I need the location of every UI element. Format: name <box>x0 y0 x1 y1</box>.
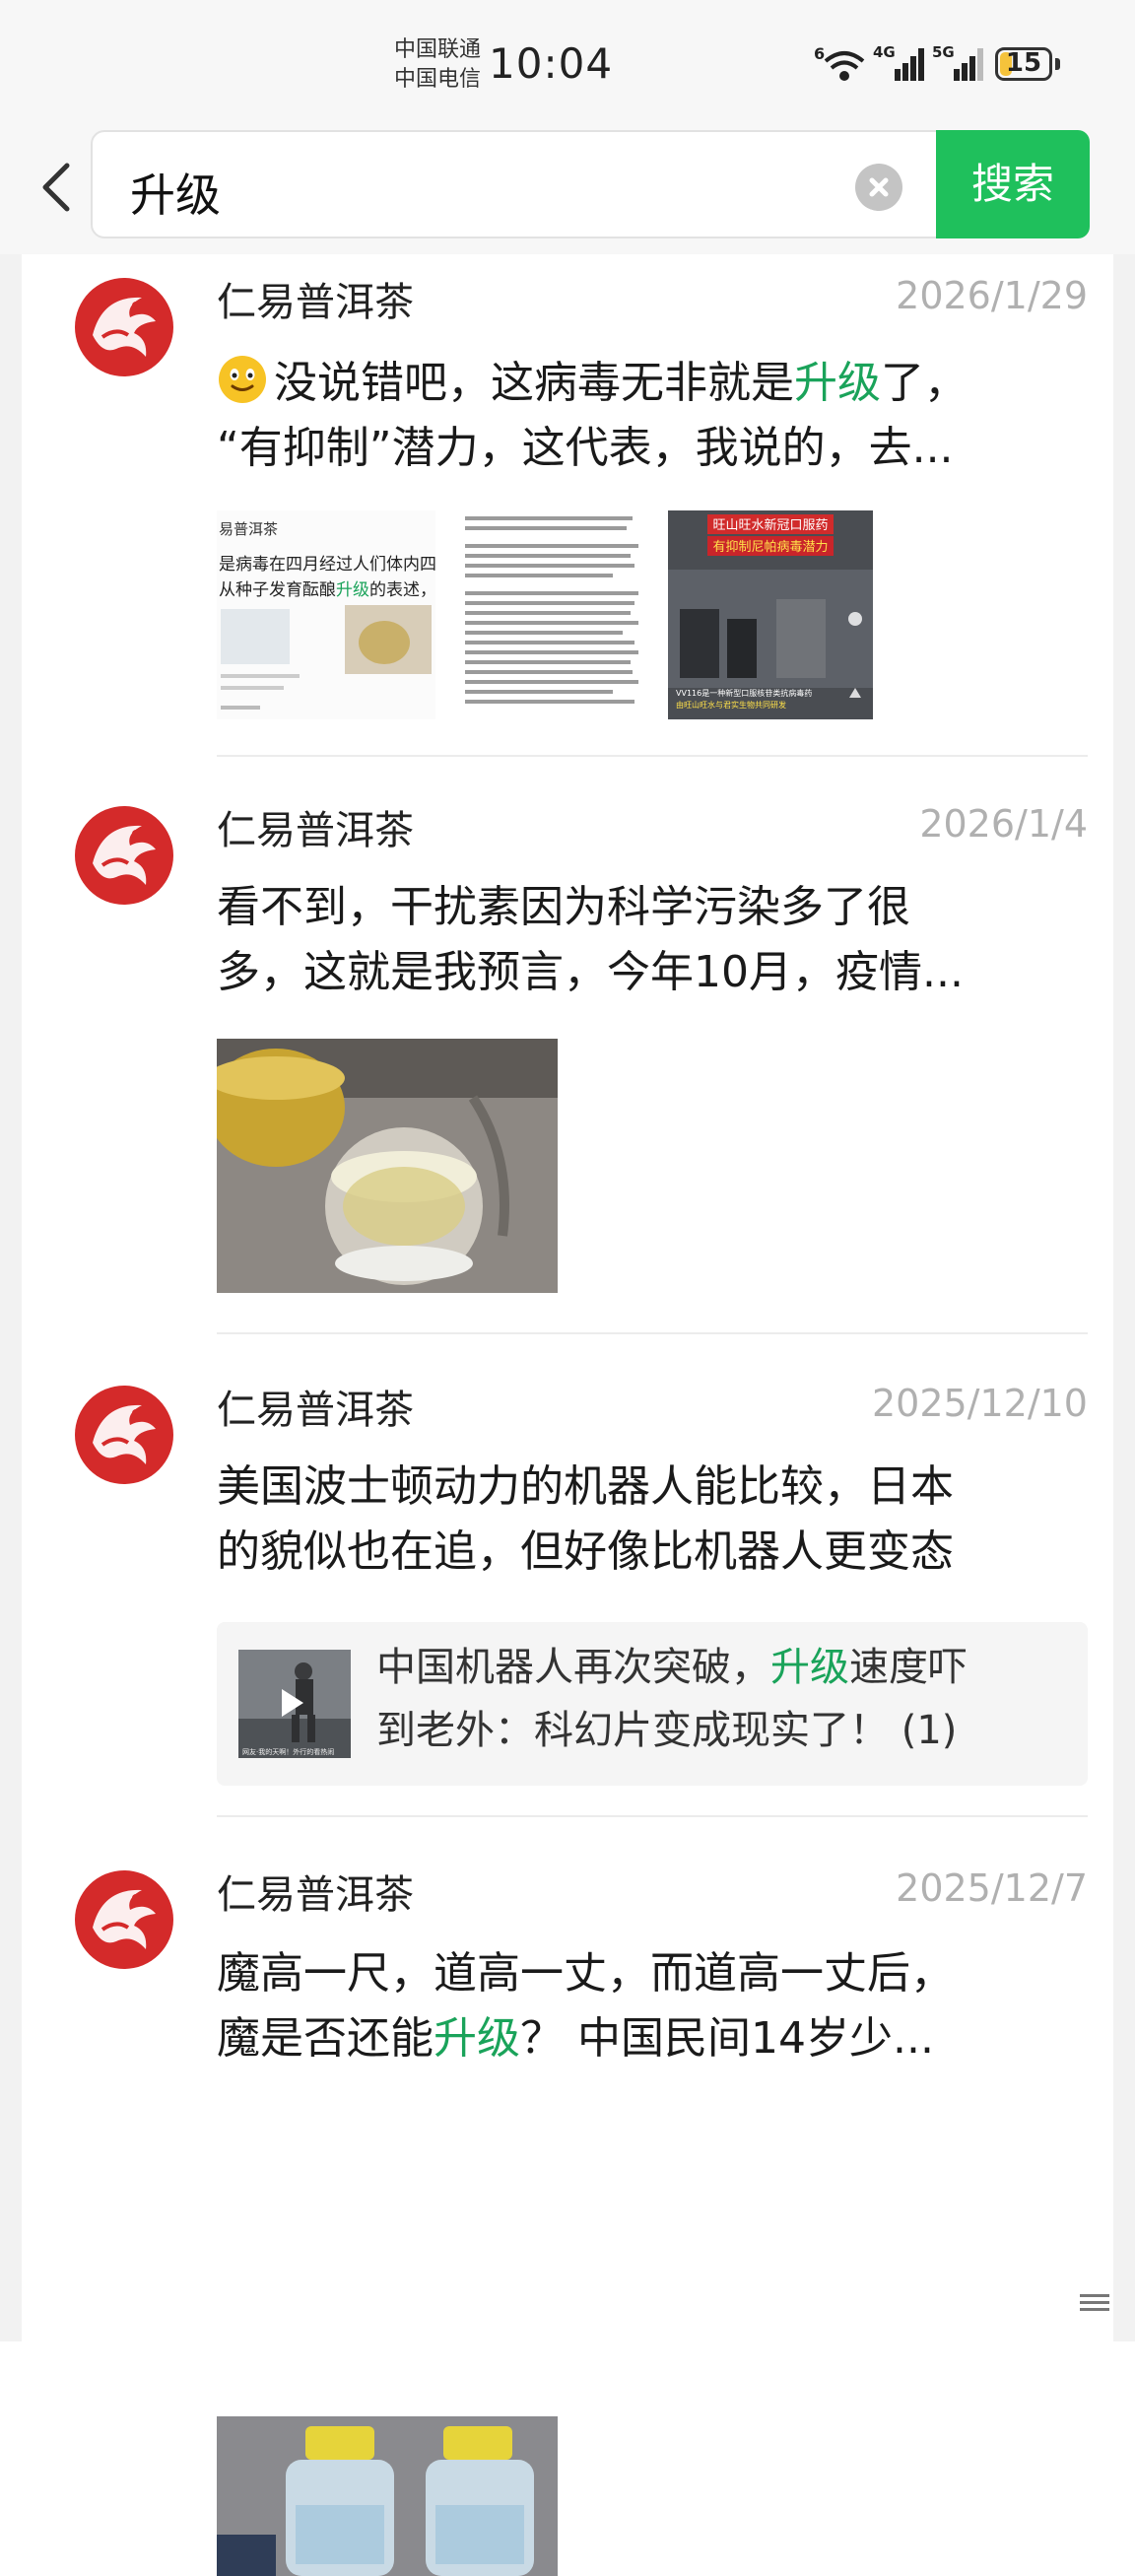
keyword-highlight: 升级 <box>794 358 881 408</box>
img-banner-2: 有抑制尼帕病毒潜力 <box>712 540 828 555</box>
post-image[interactable] <box>217 2416 558 2576</box>
keyword-highlight: 升级 <box>770 1645 849 1690</box>
img-banner-1: 旺山旺水新冠口服药 <box>712 517 828 533</box>
search-results-list[interactable]: 仁易普洱茶 2026/1/29 没说错吧，这病毒无非就是升级了， “有抑制”潜力… <box>22 254 1113 2576</box>
signal-5g-label: 5G <box>932 43 955 61</box>
battery-cap <box>1055 58 1060 70</box>
phoenix-logo-icon <box>75 806 173 905</box>
post-text[interactable]: 魔高一尺，道高一丈，而道高一丈后， 魔是否还能升级？ 中国民间14岁少... <box>217 1941 1084 2071</box>
search-button[interactable]: 搜索 <box>936 130 1090 238</box>
text-segment: 魔是否还能 <box>217 2013 434 2064</box>
wifi-label: 6 <box>814 44 825 63</box>
post-image-1[interactable]: 易普洱茶 是病毒在四月经过人们体内四 从种子发育酝酿升级的表述， <box>217 510 435 719</box>
post-text-line-2: “有抑制”潜力，这代表，我说的，去... <box>217 423 954 473</box>
post-date: 2026/1/29 <box>896 274 1088 317</box>
back-button[interactable] <box>35 158 75 217</box>
author-name[interactable]: 仁易普洱茶 <box>217 1863 414 1920</box>
text-segment: 没说错吧，这病毒无非就是 <box>274 358 794 408</box>
search-input[interactable]: 升级 <box>91 130 938 238</box>
phoenix-logo-icon <box>75 278 173 376</box>
signal-4g-icon: 4G <box>873 43 928 83</box>
img-text-3-hl: 升级 <box>336 580 369 600</box>
post-text-line-1: 美国波士顿动力的机器人能比较，日本 <box>217 1461 954 1512</box>
clock: 10:04 <box>489 39 614 88</box>
img-caption-1: VV116是一种新型口服核苷类抗病毒药 <box>676 688 812 698</box>
author-name[interactable]: 仁易普洱茶 <box>217 798 414 855</box>
phoenix-logo-icon <box>75 1386 173 1484</box>
search-bar: 升级 搜索 <box>0 128 1135 254</box>
carrier-2: 中国电信 <box>394 67 482 92</box>
img-caption-2: 由旺山旺水与君实生物共同研发 <box>676 700 786 710</box>
keyword-highlight: 升级 <box>434 2013 520 2064</box>
wifi-icon: 6 <box>814 43 867 83</box>
signal-5g-icon: 5G <box>932 43 987 83</box>
post-text[interactable]: 看不到，干扰素因为科学污染多了很 多，这就是我预言，今年10月，疫情... <box>217 875 1084 1005</box>
post-text[interactable]: 美国波士顿动力的机器人能比较，日本 的貌似也在追，但好像比机器人更变态 <box>217 1455 1084 1585</box>
img-text-3-post: 的表述， <box>369 580 435 600</box>
link-title-line-1: 中国机器人再次突破，升级速度吓 <box>376 1636 1066 1699</box>
left-gutter <box>0 254 22 2341</box>
post-image[interactable] <box>217 1039 558 1293</box>
text-screenshot-image <box>459 510 644 719</box>
img-text-1: 易普洱茶 <box>219 520 278 538</box>
text-segment: 了， <box>881 358 968 408</box>
post-image-2[interactable] <box>459 510 644 719</box>
post-text-line-1: 魔高一尺，道高一丈，而道高一丈后， <box>217 1948 954 1999</box>
link-title[interactable]: 中国机器人再次突破，升级速度吓 到老外：科幻片变成现实了！ (1) <box>376 1636 1066 1762</box>
avatar[interactable] <box>73 276 175 378</box>
author-name[interactable]: 仁易普洱茶 <box>217 270 414 327</box>
link-title-line-2: 到老外：科幻片变成现实了！ (1) <box>376 1708 958 1753</box>
img-text-2: 是病毒在四月经过人们体内四 <box>219 555 435 575</box>
post-date: 2025/12/7 <box>896 1866 1088 1910</box>
svg-text:从种子发育酝酿升级的表述，: 从种子发育酝酿升级的表述， <box>219 580 435 600</box>
scroll-handle-icon[interactable] <box>1078 2290 1111 2316</box>
right-gutter <box>1113 254 1135 2341</box>
search-query[interactable]: 升级 <box>130 160 221 225</box>
divider <box>217 755 1088 757</box>
post-text-line-1: 没说错吧，这病毒无非就是升级了， <box>217 351 1084 416</box>
avatar[interactable] <box>73 804 175 907</box>
post-text[interactable]: 没说错吧，这病毒无非就是升级了， “有抑制”潜力，这代表，我说的，去... <box>217 351 1084 481</box>
post-text-line-2: 魔是否还能升级？ 中国民间14岁少... <box>217 2006 1084 2071</box>
article-screenshot-image: 易普洱茶 是病毒在四月经过人们体内四 从种子发育酝酿升级的表述， <box>217 510 435 719</box>
tea-glass-photo <box>217 1039 558 1293</box>
signal-4g-label: 4G <box>873 43 896 61</box>
carrier-1: 中国联通 <box>394 37 482 62</box>
text-segment: 中国机器人再次突破， <box>376 1645 770 1690</box>
thumb-caption: 网友·我的天啊！外行的看热闹 <box>242 1747 334 1756</box>
post-date: 2025/12/10 <box>871 1382 1088 1425</box>
link-thumbnail: 网友·我的天啊！外行的看热闹 <box>238 1650 351 1758</box>
post-text-line-2: 的貌似也在追，但好像比机器人更变态 <box>217 1526 954 1577</box>
divider <box>217 1332 1088 1334</box>
avatar[interactable] <box>73 1384 175 1486</box>
carrier-names: 中国联通 中国电信 <box>394 35 481 95</box>
img-text-3: 从种子发育酝酿 <box>219 580 336 600</box>
chevron-left-icon <box>42 163 70 212</box>
robot-video-thumbnail: 网友·我的天啊！外行的看热闹 <box>238 1650 351 1758</box>
battery-icon: 15 <box>995 47 1052 81</box>
phoenix-logo-icon <box>75 1870 173 1969</box>
clear-button[interactable] <box>855 164 902 211</box>
shared-link-card[interactable]: 网友·我的天啊！外行的看热闹 中国机器人再次突破，升级速度吓 到老外：科幻片变成… <box>217 1622 1088 1786</box>
author-name[interactable]: 仁易普洱茶 <box>217 1378 414 1435</box>
avatar[interactable] <box>73 1868 175 1971</box>
post-text-line-2: 多，这就是我预言，今年10月，疫情... <box>217 947 964 997</box>
post-image-3[interactable]: 旺山旺水新冠口服药 有抑制尼帕病毒潜力 VV116是一种新型口服核苷类抗病毒药 … <box>668 510 873 719</box>
text-segment: ？ 中国民间14岁少... <box>520 2013 934 2064</box>
divider <box>217 1815 1088 1817</box>
close-icon <box>869 177 889 197</box>
post-date: 2026/1/4 <box>919 802 1088 846</box>
text-segment: 速度吓 <box>849 1645 968 1690</box>
battery-percent: 15 <box>1005 48 1042 78</box>
post-text-line-1: 看不到，干扰素因为科学污染多了很 <box>217 882 910 932</box>
news-video-frame-image: 旺山旺水新冠口服药 有抑制尼帕病毒潜力 VV116是一种新型口服核苷类抗病毒药 … <box>668 510 873 719</box>
smiley-emoji-icon <box>219 356 266 403</box>
water-bottles-photo <box>217 2416 558 2576</box>
status-bar: 中国联通 中国电信 10:04 6 4G 5G 15 <box>0 0 1135 128</box>
